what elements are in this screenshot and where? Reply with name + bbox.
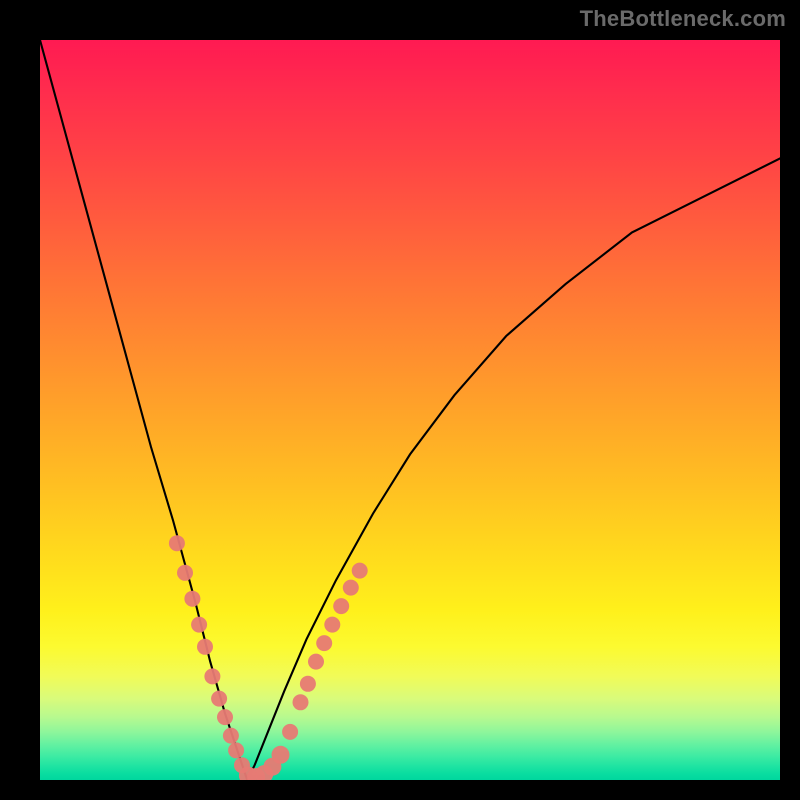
data-marker <box>282 724 298 740</box>
chart-frame: TheBottleneck.com <box>0 0 800 800</box>
data-marker <box>197 639 213 655</box>
data-marker <box>300 676 316 692</box>
data-marker <box>177 565 193 581</box>
data-marker <box>228 742 244 758</box>
data-marker <box>191 617 207 633</box>
data-marker <box>223 728 239 744</box>
bottleneck-curve <box>40 40 780 780</box>
data-marker <box>272 746 290 764</box>
data-marker <box>169 535 185 551</box>
plot-area <box>40 40 780 780</box>
watermark-text: TheBottleneck.com <box>580 6 786 32</box>
data-marker <box>217 709 233 725</box>
data-marker <box>293 694 309 710</box>
data-marker <box>308 654 324 670</box>
data-marker <box>324 617 340 633</box>
data-marker <box>352 563 368 579</box>
data-marker <box>316 635 332 651</box>
data-marker <box>184 591 200 607</box>
data-marker <box>343 580 359 596</box>
data-marker <box>204 668 220 684</box>
data-marker <box>333 598 349 614</box>
data-marker <box>211 691 227 707</box>
curve-layer <box>40 40 780 780</box>
